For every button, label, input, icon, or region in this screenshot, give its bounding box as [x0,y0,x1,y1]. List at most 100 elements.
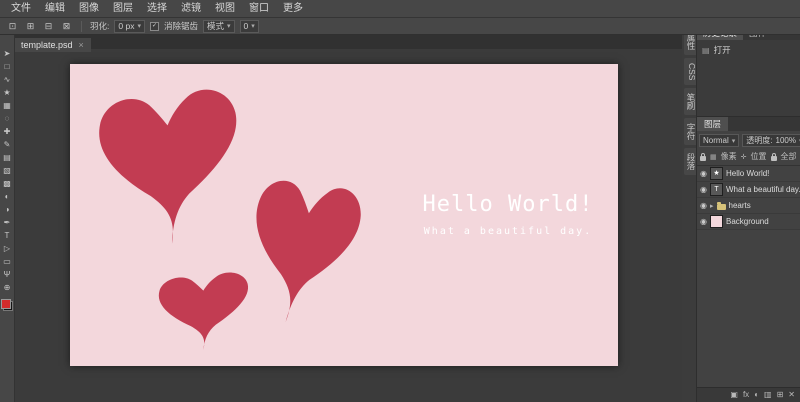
menu-layer[interactable]: 图层 [106,0,140,17]
selection-intersect-icon[interactable]: ⊠ [60,20,73,32]
feather-input[interactable]: 0 px ▾ [114,19,145,33]
brush-tool[interactable]: ✎ [1,138,14,151]
workspace: Hello World! What a beautiful day. [14,49,682,402]
menu-filter[interactable]: 滤镜 [174,0,208,17]
layer-row-hello-world[interactable]: ◉ ★ Hello World! [697,166,800,182]
chevron-down-icon: ▾ [731,137,736,145]
marquee-tool[interactable]: □ [1,60,14,73]
shape-tool[interactable]: ▭ [1,255,14,268]
collapsed-panel-strip: 属性 CSS 笔刷 字符 段落 [682,25,697,402]
layer-name: What a beautiful day. [725,185,800,194]
add-mask-icon[interactable]: ▣ [730,391,738,399]
zoom-tool[interactable]: ⊕ [1,281,14,294]
feather-label: 羽化: [90,21,110,31]
text-tool[interactable]: T [1,229,14,242]
menu-select[interactable]: 选择 [140,0,174,17]
heart-shape-small [158,272,249,351]
history-state-icon: ▤ [702,45,710,55]
separator [81,20,82,32]
document-tab[interactable]: template.psd × [14,38,91,52]
folder-icon [716,201,726,210]
history-item-label: 打开 [713,45,731,55]
opacity-value: 100% [775,136,796,145]
adjustments-icon[interactable]: ◐ [754,391,759,399]
hand-tool[interactable]: Ψ [1,268,14,281]
menu-view[interactable]: 视图 [208,0,242,17]
canvas-text-block: Hello World! What a beautiful day. [412,192,604,237]
clone-stamp-tool[interactable]: ▤ [1,151,14,164]
delete-layer-icon[interactable]: ✕ [788,391,795,399]
crop-tool[interactable]: ▦ [1,99,14,112]
menu-window[interactable]: 窗口 [242,0,276,17]
blend-mode-dropdown[interactable]: Normal ▾ [699,134,740,147]
history-item-open[interactable]: ▤ 打开 [697,42,800,58]
close-icon[interactable]: × [79,40,84,50]
layer-row-subtitle[interactable]: ◉ T What a beautiful day. [697,182,800,198]
document-canvas[interactable]: Hello World! What a beautiful day. [70,64,618,366]
healing-tool[interactable]: ✚ [1,125,14,138]
opacity-dropdown[interactable]: 透明度: 100% ▾ [742,134,800,147]
lasso-tool[interactable]: ∿ [1,73,14,86]
ratio-input[interactable]: 0 ▾ [239,19,259,33]
dodge-tool[interactable]: ◑ [1,203,14,216]
mode-dropdown[interactable]: 模式 ▾ [202,19,235,33]
layer-name: hearts [728,201,751,210]
canvas-title-text: Hello World! [422,192,594,217]
menu-image[interactable]: 图像 [72,0,106,17]
visibility-eye-icon[interactable]: ◉ [700,169,707,178]
layer-name: Background [725,217,769,226]
layers-panel-footer: ▣ fx ◐ ▥ ⊞ ✕ [697,387,800,402]
pen-tool[interactable]: ✒ [1,216,14,229]
history-list: ▤ 打开 [697,40,800,117]
ratio-value: 0 [243,21,249,31]
move-tool[interactable]: ➤ [1,47,14,60]
chevron-down-icon: ▾ [227,23,231,30]
lock-pixels-button[interactable]: 像素 [721,151,737,162]
selection-add-icon[interactable]: ⊞ [24,20,37,32]
layer-name: Hello World! [725,169,770,178]
magic-wand-tool[interactable]: ★ [1,86,14,99]
eraser-tool[interactable]: ▧ [1,164,14,177]
selection-subtract-icon[interactable]: ⊟ [42,20,55,32]
foreground-color-swatch[interactable] [1,299,11,309]
opacity-label: 透明度: [746,136,773,145]
layer-thumbnail-color [709,215,723,228]
visibility-eye-icon[interactable]: ◉ [700,185,707,194]
layer-fx-icon[interactable]: fx [743,391,749,399]
right-panel: 历史记录 图样 ▤ 打开 图层 Normal ▾ 透明度: 100% ▾ ▦ 像… [696,25,800,402]
heart-shape-large [99,89,237,244]
selection-new-icon[interactable]: ⊡ [6,20,19,32]
feather-value: 0 px [118,21,135,31]
expand-triangle-icon[interactable]: ▸ [710,202,714,210]
tool-options-bar: ⊡ ⊞ ⊟ ⊠ 羽化: 0 px ▾ ✓ 消除锯齿 模式 ▾ 0 ▾ [0,18,800,35]
blend-mode-value: Normal [703,136,729,145]
color-swatches [1,299,13,311]
lock-controls: ▦ 像素 ✛ 位置 全部 [697,149,800,166]
eyedropper-tool[interactable]: ◌ [1,112,14,125]
antialias-label: 消除锯齿 [163,21,198,31]
document-tab-bar: template.psd × [14,35,682,52]
gradient-tool[interactable]: ▩ [1,177,14,190]
tab-layers[interactable]: 图层 [697,117,729,131]
visibility-eye-icon[interactable]: ◉ [700,201,707,210]
blur-tool[interactable]: ◐ [1,190,14,203]
menu-file[interactable]: 文件 [4,0,38,17]
lock-position-icon: ✛ [740,153,747,161]
canvas-subtitle-text: What a beautiful day. [423,226,593,237]
lock-all-button[interactable]: 全部 [781,151,797,162]
toolbox: ➤ □ ∿ ★ ▦ ◌ ✚ ✎ ▤ ▧ ▩ ◐ ◑ ✒ T ▷ ▭ Ψ ⊕ [0,35,15,402]
layer-row-hearts-group[interactable]: ◉ ▸ hearts [697,198,800,214]
menu-edit[interactable]: 编辑 [38,0,72,17]
visibility-eye-icon[interactable]: ◉ [700,217,707,226]
new-layer-icon[interactable]: ⊞ [777,391,784,399]
lock-all-icon [770,152,777,161]
path-select-tool[interactable]: ▷ [1,242,14,255]
lock-pixels-icon: ▦ [710,153,717,161]
layers-panel-tabs: 图层 [697,117,800,131]
blend-controls: Normal ▾ 透明度: 100% ▾ [697,131,800,149]
layer-row-background[interactable]: ◉ Background [697,214,800,230]
menu-more[interactable]: 更多 [276,0,310,17]
lock-position-button[interactable]: 位置 [751,151,767,162]
new-folder-icon[interactable]: ▥ [764,391,772,399]
antialias-checkbox[interactable]: ✓ [149,21,159,31]
